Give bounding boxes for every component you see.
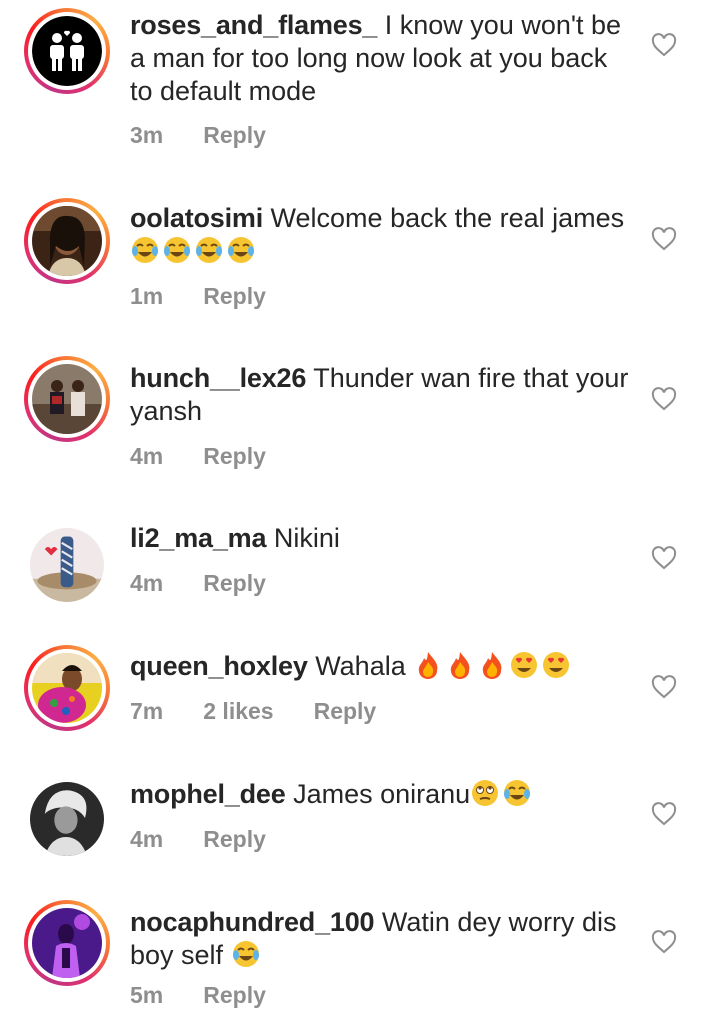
comment-body: Nikini [273,523,340,553]
reply-button[interactable]: Reply [203,122,266,149]
avatar [32,364,102,434]
comment-text: queen_hoxley Wahala [130,650,630,683]
emoji-tears-of-joy [226,235,256,265]
comment-body: Wahala [315,651,406,681]
comment-username[interactable]: mophel_dee [130,779,286,809]
avatar[interactable] [24,776,110,862]
comment-username[interactable]: queen_hoxley [130,651,308,681]
comment-username[interactable]: oolatosimi [130,203,263,233]
comment-text: li2_ma_ma Nikini [130,522,630,555]
profile-photo [32,653,102,723]
avatar-story-ring[interactable] [24,198,110,284]
avatar-image [30,528,104,602]
emoji-fire [445,650,475,680]
profile-photo [30,782,104,856]
emoji-tears-of-joy [502,778,532,808]
emoji-heart-eyes [509,650,539,680]
heart-outline-icon[interactable] [651,33,677,57]
profile-photo [32,908,102,978]
comment-body: Welcome back the real james [270,203,625,233]
reply-button[interactable]: Reply [203,982,266,1009]
avatar-story-ring[interactable] [24,645,110,731]
heart-outline-icon[interactable] [651,802,677,826]
profile-photo [32,364,102,434]
heart-outline-icon[interactable] [651,227,677,251]
emoji-tears-of-joy [231,939,261,969]
comment-time: 4m [130,570,164,596]
likes-count[interactable]: 2 likes [203,698,273,725]
emoji-fire [477,650,507,680]
comment-time: 4m [130,443,164,469]
heart-outline-icon[interactable] [651,675,677,699]
reply-button[interactable]: Reply [203,570,266,597]
profile-photo [30,528,104,602]
profile-photo [32,206,102,276]
comment-text: mophel_dee James oniranu [130,778,630,811]
reply-button[interactable]: Reply [314,698,377,725]
comment-meta: 5m Reply [130,982,266,1009]
avatar-story-ring[interactable] [24,356,110,442]
comment-time: 7m [130,698,164,724]
comment-username[interactable]: nocaphundred_100 [130,907,375,937]
reply-button[interactable]: Reply [203,443,266,470]
avatar [32,653,102,723]
comment-meta: 3m Reply [130,122,266,149]
comment-username[interactable]: li2_ma_ma [130,523,267,553]
avatar [32,206,102,276]
emoji-tears-of-joy [130,235,160,265]
emoji-fire [413,650,443,680]
comment-text: roses_and_flames_ I know you won't be a … [130,9,630,108]
comment-time: 1m [130,283,164,309]
emoji-heart-eyes [541,650,571,680]
comment-meta: 1m Reply [130,283,266,310]
comment-text: nocaphundred_100 Watin dey worry dis boy… [130,906,630,972]
comment-username[interactable]: roses_and_flames_ [130,10,377,40]
emoji-rolling-eyes [470,778,500,808]
couple-icon [32,16,102,86]
comment-username[interactable]: hunch__lex26 [130,363,306,393]
heart-outline-icon[interactable] [651,546,677,570]
avatar-image [30,782,104,856]
emoji-tears-of-joy [194,235,224,265]
comment-time: 3m [130,122,164,148]
avatar [32,16,102,86]
comment-body: James oniranu [293,779,471,809]
reply-button[interactable]: Reply [203,826,266,853]
comment-meta: 4m Reply [130,826,266,853]
comment-time: 5m [130,982,164,1008]
avatar[interactable] [24,522,110,608]
heart-outline-icon[interactable] [651,387,677,411]
emoji-tears-of-joy [162,235,192,265]
comment-time: 4m [130,826,164,852]
comment-meta: 4m Reply [130,443,266,470]
comment-text: hunch__lex26 Thunder wan fire that your … [130,362,630,428]
avatar-story-ring[interactable] [24,900,110,986]
comment-meta: 4m Reply [130,570,266,597]
avatar [32,908,102,978]
heart-outline-icon[interactable] [651,930,677,954]
comment-text: oolatosimi Welcome back the real james [130,202,630,268]
avatar-story-ring[interactable] [24,8,110,94]
comment-meta: 7m 2 likes Reply [130,698,376,725]
reply-button[interactable]: Reply [203,283,266,310]
